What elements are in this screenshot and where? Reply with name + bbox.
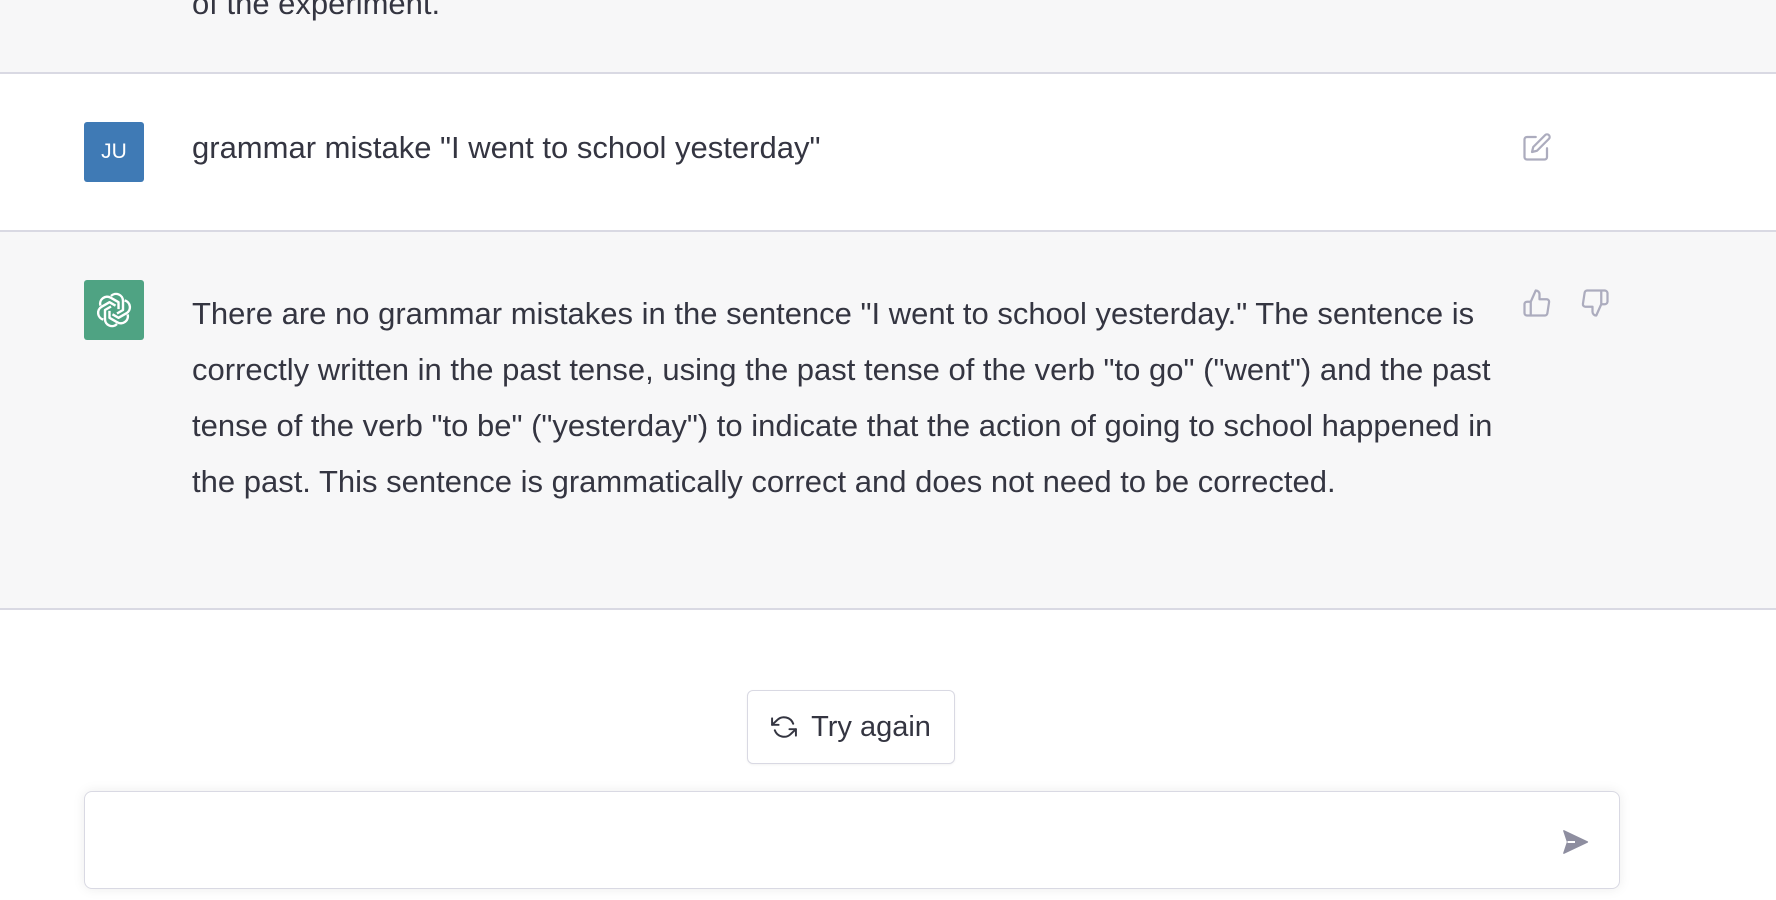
thumbs-down-button[interactable] [1578, 286, 1612, 320]
message-composer [84, 791, 1620, 889]
user-message-row: JU grammar mistake "I went to school yes… [0, 74, 1776, 232]
previous-message-text: of the experiment. [192, 0, 441, 21]
user-message-text: grammar mistake "I went to school yester… [192, 130, 821, 165]
chat-page: of the experiment. JU grammar mistake "I… [0, 0, 1776, 900]
assistant-avatar [84, 280, 144, 340]
feedback-buttons [1520, 286, 1612, 320]
send-icon [1563, 830, 1589, 854]
thumbs-down-icon [1581, 289, 1609, 317]
user-avatar: JU [84, 122, 144, 182]
openai-logo-icon [96, 292, 132, 328]
try-again-button[interactable]: Try again [747, 690, 955, 764]
refresh-icon [771, 716, 797, 738]
send-button[interactable] [1555, 822, 1595, 862]
thumbs-up-icon [1523, 289, 1551, 317]
previous-assistant-message: of the experiment. [0, 0, 1776, 74]
message-input[interactable] [109, 814, 1529, 866]
try-again-label: Try again [811, 710, 931, 743]
edit-icon [1523, 133, 1551, 161]
assistant-message-text: There are no grammar mistakes in the sen… [192, 296, 1493, 499]
assistant-message-row: There are no grammar mistakes in the sen… [0, 232, 1776, 610]
edit-message-button[interactable] [1520, 130, 1554, 164]
thumbs-up-button[interactable] [1520, 286, 1554, 320]
